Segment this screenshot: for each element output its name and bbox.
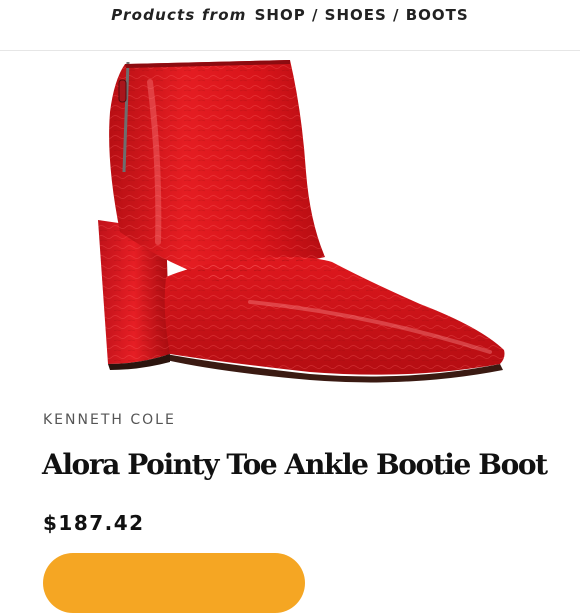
zipper-pull	[118, 79, 127, 103]
breadcrumb-prefix: Products from	[111, 6, 247, 24]
product-price: $187.42	[43, 511, 145, 535]
product-title: Alora Pointy Toe Ankle Bootie Boot	[42, 448, 548, 481]
product-image[interactable]	[70, 52, 530, 392]
brand-name[interactable]: KENNETH COLE	[43, 412, 176, 428]
buy-button[interactable]	[43, 553, 305, 613]
breadcrumb: Products from SHOP / SHOES / BOOTS	[0, 0, 580, 51]
breadcrumb-path-link[interactable]: SHOP / SHOES / BOOTS	[255, 6, 469, 24]
